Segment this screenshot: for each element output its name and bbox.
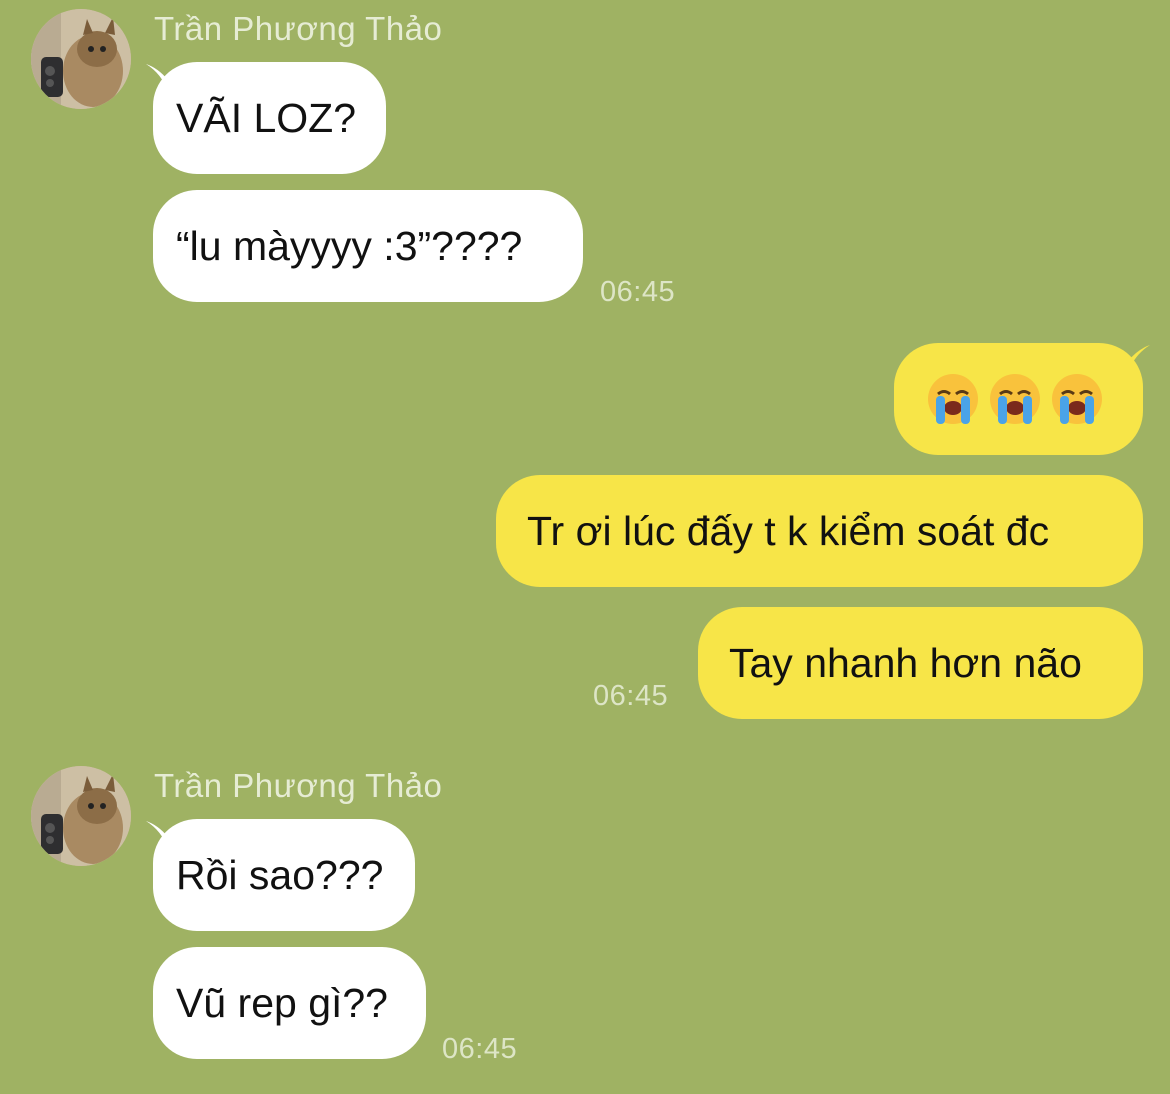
message-bubble-outgoing[interactable] bbox=[894, 343, 1143, 455]
message-time: 06:45 bbox=[593, 680, 669, 712]
loudly-crying-face-icon bbox=[990, 374, 1040, 424]
message-bubble-outgoing[interactable]: Tay nhanh hơn não bbox=[698, 607, 1143, 719]
message-text: Tr ơi lúc đấy t k kiểm soát đc bbox=[527, 507, 1050, 554]
message-time: 06:45 bbox=[600, 276, 676, 308]
loudly-crying-face-icon bbox=[928, 374, 978, 424]
message-text: Tay nhanh hơn não bbox=[729, 639, 1082, 686]
message-bubble-incoming[interactable]: “lu màyyyy :3”???? bbox=[153, 190, 583, 302]
message-time: 06:45 bbox=[442, 1033, 518, 1065]
cat-photo-avatar bbox=[31, 766, 131, 866]
message-bubble-incoming[interactable]: Rồi sao??? bbox=[153, 819, 415, 931]
cat-photo-avatar bbox=[31, 9, 131, 109]
message-text: VÃI LOZ? bbox=[176, 94, 357, 141]
sender-name: Trần Phương Thảo bbox=[154, 767, 443, 804]
message-bubble-incoming[interactable]: VÃI LOZ? bbox=[153, 62, 386, 174]
emoji-message bbox=[926, 372, 1104, 426]
message-text: Vũ rep gì?? bbox=[176, 979, 388, 1026]
message-text: Rồi sao??? bbox=[176, 851, 384, 898]
sender-avatar[interactable] bbox=[31, 9, 131, 109]
message-bubble-outgoing[interactable]: Tr ơi lúc đấy t k kiểm soát đc bbox=[496, 475, 1143, 587]
message-bubble-incoming[interactable]: Vũ rep gì?? bbox=[153, 947, 426, 1059]
message-text: “lu màyyyy :3”???? bbox=[176, 222, 523, 269]
sender-name: Trần Phương Thảo bbox=[154, 10, 443, 47]
loudly-crying-face-icon bbox=[1052, 374, 1102, 424]
sender-avatar[interactable] bbox=[31, 766, 131, 866]
